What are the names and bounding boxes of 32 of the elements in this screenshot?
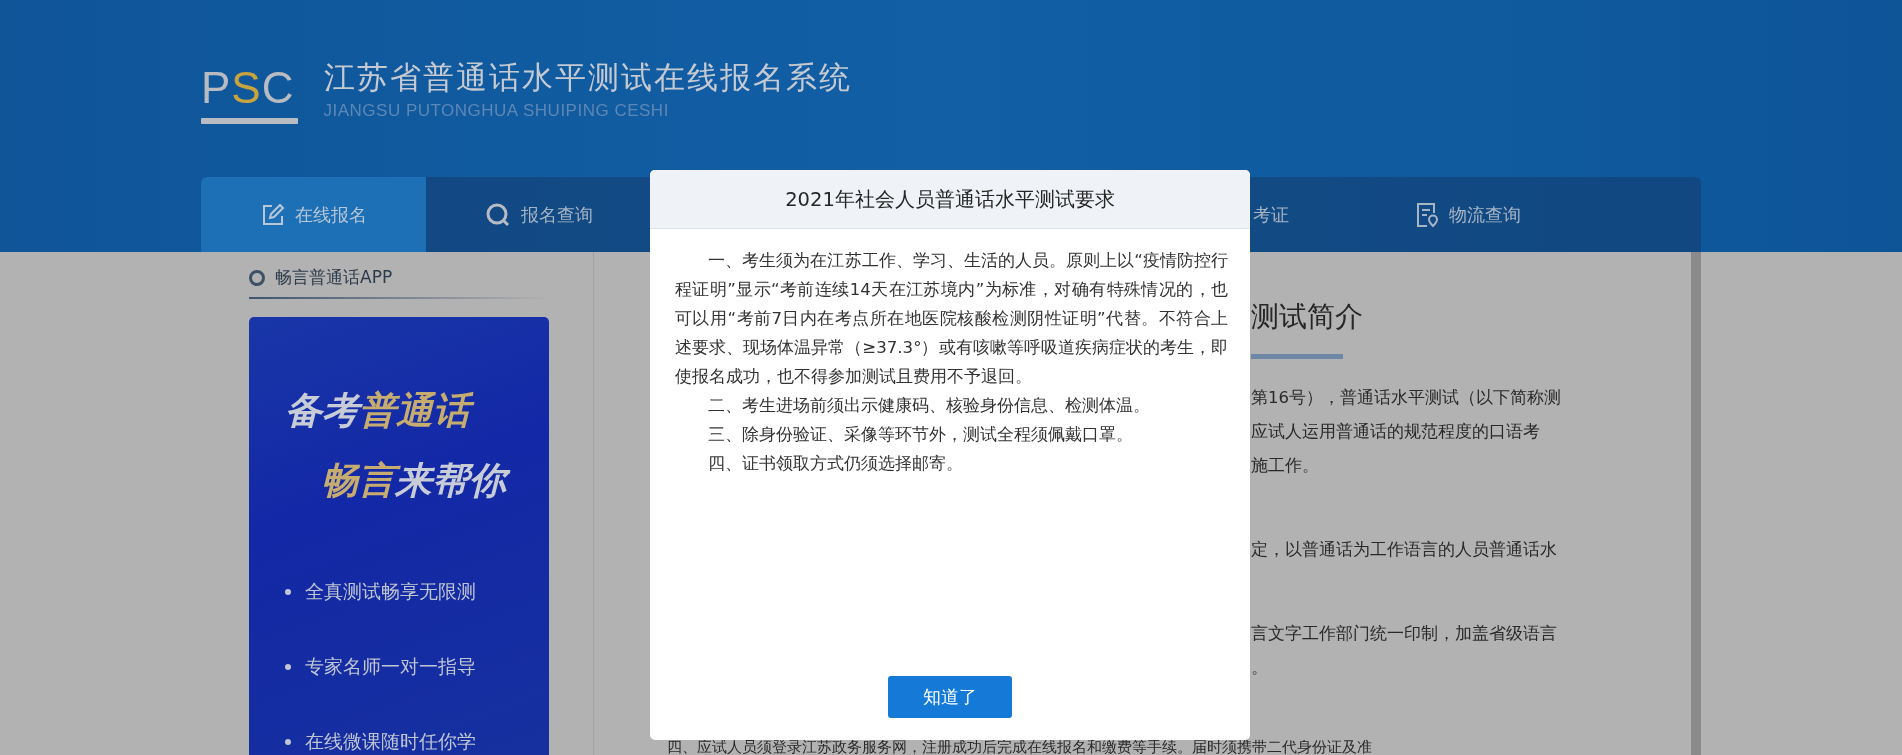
body-text: 定，以普通话为工作语言的人员普通话水 xyxy=(1251,539,1558,561)
bullet-icon xyxy=(285,664,291,670)
search-icon xyxy=(484,201,511,228)
document-icon xyxy=(1415,201,1439,228)
nav-tab[interactable]: 报名查询 xyxy=(426,177,651,252)
body-text: 第16号），普通话水平测试（以下简称测 xyxy=(1251,387,1562,409)
body-text: 施工作。 xyxy=(1251,455,1320,477)
nav-tab[interactable]: 考证 xyxy=(1253,177,1363,252)
feature-text: 全真测试畅享无限测 xyxy=(305,579,476,604)
notice-paragraph: 三、除身份验证、采像等环节外，测试全程须佩戴口罩。 xyxy=(707,424,1135,446)
body-text: 。 xyxy=(1251,657,1269,679)
bullet-icon xyxy=(285,739,291,745)
notice-paragraph: 二、考生进场前须出示健康码、核验身份信息、检测体温。 xyxy=(707,395,1152,417)
notice-paragraph: 一、考生须为在江苏工作、学习、生活的人员。原则上以“疫情防控行程证明”显示“考前连续14天在江苏境内”为标准，对确有特殊情况的，也可以用“考前7日内在考点所在地医院核酸检测阴性证明”代替。不符合上述要求、现场体温异常（≥37.3°）或有咳嗽等呼吸道疾病症状的考生，即使报名成功，也不得参加测试且费用不予退回。 xyxy=(675,250,1228,388)
edit-icon xyxy=(260,202,285,227)
body-text: 应试人运用普通话的规范程度的口语考 xyxy=(1251,421,1541,443)
psc-logo: PSC xyxy=(201,61,298,124)
dialog-title: 2021年社会人员普通话水平测试要求 xyxy=(650,170,1250,229)
notice-paragraph: 四、证书领取方式仍须选择邮寄。 xyxy=(707,453,965,475)
feature-text: 专家名师一对一指导 xyxy=(305,654,476,679)
bullet-icon xyxy=(285,589,291,595)
circle-icon xyxy=(249,269,265,286)
site-subtitle: JIANGSU PUTONGHUA SHUIPING CESHI xyxy=(323,100,670,121)
site-title: 江苏省普通话水平测试在线报名系统 xyxy=(323,57,852,97)
nav-tab[interactable]: 在线报名 xyxy=(201,177,426,252)
body-text: 四、应试人员须登录江苏政务服务网，注册成功后完成在线报名和缴费等手续。届时须携带二代身份证及准 xyxy=(667,740,1372,755)
acknowledge-button[interactable]: 知道了 xyxy=(888,676,1012,718)
section-heading: 畅言普通话APP xyxy=(275,266,393,290)
nav-tab[interactable]: 物流查询 xyxy=(1383,177,1553,252)
body-text: 言文字工作部门统一印制，加盖省级语言 xyxy=(1251,623,1558,645)
section-heading: 测试简介 xyxy=(1251,299,1364,335)
feature-text: 在线微课随时任你学 xyxy=(305,729,476,754)
